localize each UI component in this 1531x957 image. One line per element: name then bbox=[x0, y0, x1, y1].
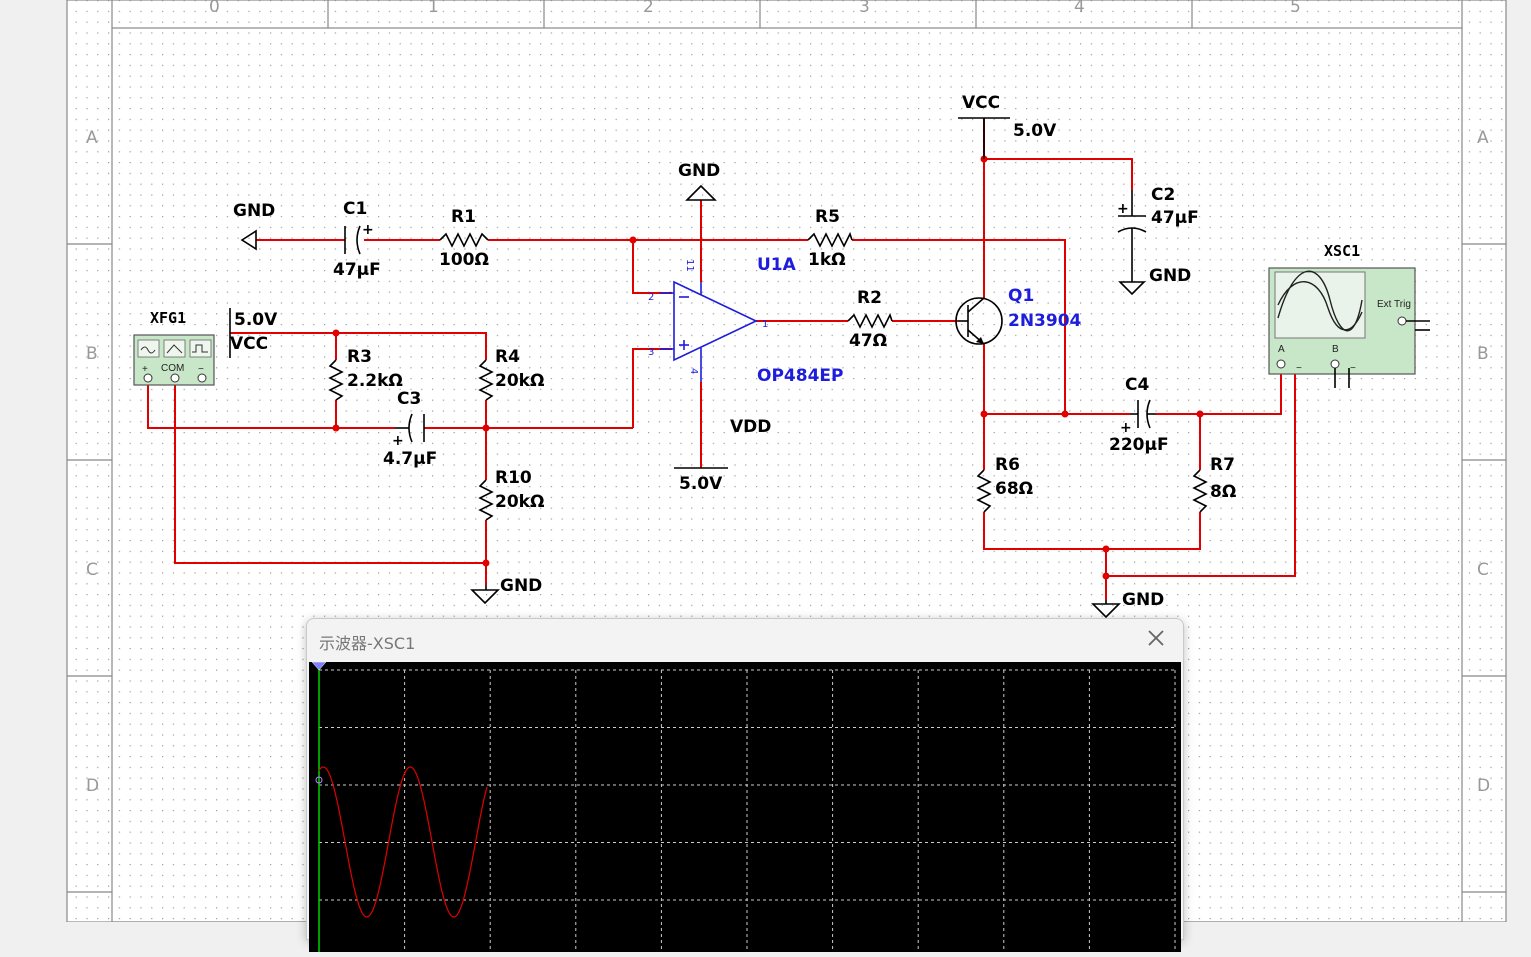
svg-text:+: + bbox=[142, 364, 148, 375]
r10-value: 20kΩ bbox=[495, 492, 544, 512]
u1a-ref: U1A bbox=[757, 255, 797, 275]
vdd-label: VDD bbox=[730, 417, 771, 437]
q1-model: 2N3904 bbox=[1008, 311, 1082, 331]
row-label-b-right: B bbox=[1477, 344, 1489, 364]
q1-ref: Q1 bbox=[1008, 286, 1034, 306]
r7-ref: R7 bbox=[1210, 455, 1235, 475]
gnd-out-label: GND bbox=[1122, 590, 1164, 610]
oscilloscope-grid bbox=[311, 661, 1176, 952]
svg-text:+: + bbox=[362, 222, 374, 238]
r1-value: 100Ω bbox=[439, 250, 489, 270]
u1a-pin1: 1 bbox=[762, 319, 768, 330]
svg-text:−: − bbox=[198, 364, 204, 375]
r4-ref: R4 bbox=[495, 347, 520, 367]
oscilloscope-window[interactable]: 示波器-XSC1 bbox=[306, 618, 1184, 952]
svg-text:+: + bbox=[392, 433, 404, 449]
col-label-1: 1 bbox=[428, 0, 439, 17]
r6-ref: R6 bbox=[995, 455, 1020, 475]
row-label-d-left: D bbox=[86, 776, 99, 796]
r5-value: 1kΩ bbox=[808, 250, 846, 270]
vcc-top-value: 5.0V bbox=[1013, 121, 1057, 141]
r6-value: 68Ω bbox=[995, 479, 1033, 499]
u1a-model: OP484EP bbox=[757, 366, 843, 386]
u1a-pin11: 11 bbox=[684, 259, 695, 272]
r3-value: 2.2kΩ bbox=[347, 371, 403, 391]
row-label-b-left: B bbox=[86, 344, 98, 364]
r2-ref: R2 bbox=[857, 288, 882, 308]
vdd-value: 5.0V bbox=[679, 474, 723, 494]
vcc-top-label: VCC bbox=[962, 93, 1000, 113]
u1a-pin3: 3 bbox=[648, 347, 654, 358]
oscilloscope-display bbox=[309, 661, 1181, 952]
row-label-c-left: C bbox=[86, 560, 98, 580]
cursor-marker-icon[interactable] bbox=[311, 661, 327, 671]
svg-text:−: − bbox=[1350, 363, 1356, 374]
col-label-0: 0 bbox=[209, 0, 220, 17]
c1-value: 47µF bbox=[333, 260, 381, 280]
close-icon[interactable] bbox=[1143, 625, 1169, 651]
c4-value: 220µF bbox=[1109, 435, 1169, 455]
gnd-u1-label: GND bbox=[678, 161, 720, 181]
oscilloscope-window-title: 示波器-XSC1 bbox=[319, 634, 416, 653]
c3-ref: C3 bbox=[397, 389, 421, 409]
c4-ref: C4 bbox=[1125, 375, 1149, 395]
c3-value: 4.7µF bbox=[383, 449, 437, 469]
svg-text:−: − bbox=[1296, 363, 1302, 374]
r1-ref: R1 bbox=[451, 207, 476, 227]
u1a-pin4: 4 bbox=[688, 368, 699, 374]
xsc1-a-label: A bbox=[1278, 344, 1285, 355]
xsc1-label: XSC1 bbox=[1324, 242, 1360, 260]
col-label-2: 2 bbox=[643, 0, 654, 17]
col-label-4: 4 bbox=[1074, 0, 1085, 17]
col-label-3: 3 bbox=[859, 0, 870, 17]
xsc1-b-label: B bbox=[1332, 344, 1339, 355]
row-label-a-right: A bbox=[1477, 128, 1489, 148]
vcc-left-label: VCC bbox=[230, 334, 268, 354]
c2-value: 47µF bbox=[1151, 208, 1199, 228]
u1a-pin2: 2 bbox=[648, 292, 654, 303]
c1-ref: C1 bbox=[343, 199, 367, 219]
r3-ref: R3 bbox=[347, 347, 372, 367]
c2-ref: C2 bbox=[1151, 185, 1175, 205]
r5-ref: R5 bbox=[815, 207, 840, 227]
row-label-c-right: C bbox=[1477, 560, 1489, 580]
multisim-workspace: 0 1 2 3 4 5 A B C D A B C D GND + C1 47µ… bbox=[0, 0, 1531, 952]
svg-text:+: + bbox=[1120, 420, 1132, 436]
ext-trig-label: Ext Trig bbox=[1377, 299, 1411, 310]
gnd-c2-label: GND bbox=[1149, 266, 1191, 286]
vcc-left-value: 5.0V bbox=[234, 310, 278, 330]
r10-ref: R10 bbox=[495, 468, 532, 488]
svg-text:+: + bbox=[1117, 201, 1129, 217]
xfg1-label: XFG1 bbox=[150, 309, 186, 327]
gnd-left-label: GND bbox=[233, 201, 275, 221]
row-label-a-left: A bbox=[86, 128, 98, 148]
xfg1-com-label: COM bbox=[161, 363, 184, 374]
r7-value: 8Ω bbox=[1210, 482, 1236, 502]
col-label-5: 5 bbox=[1290, 0, 1301, 17]
row-label-d-right: D bbox=[1477, 776, 1490, 796]
r2-value: 47Ω bbox=[849, 331, 887, 351]
gnd-r10-label: GND bbox=[500, 576, 542, 596]
r4-value: 20kΩ bbox=[495, 371, 544, 391]
